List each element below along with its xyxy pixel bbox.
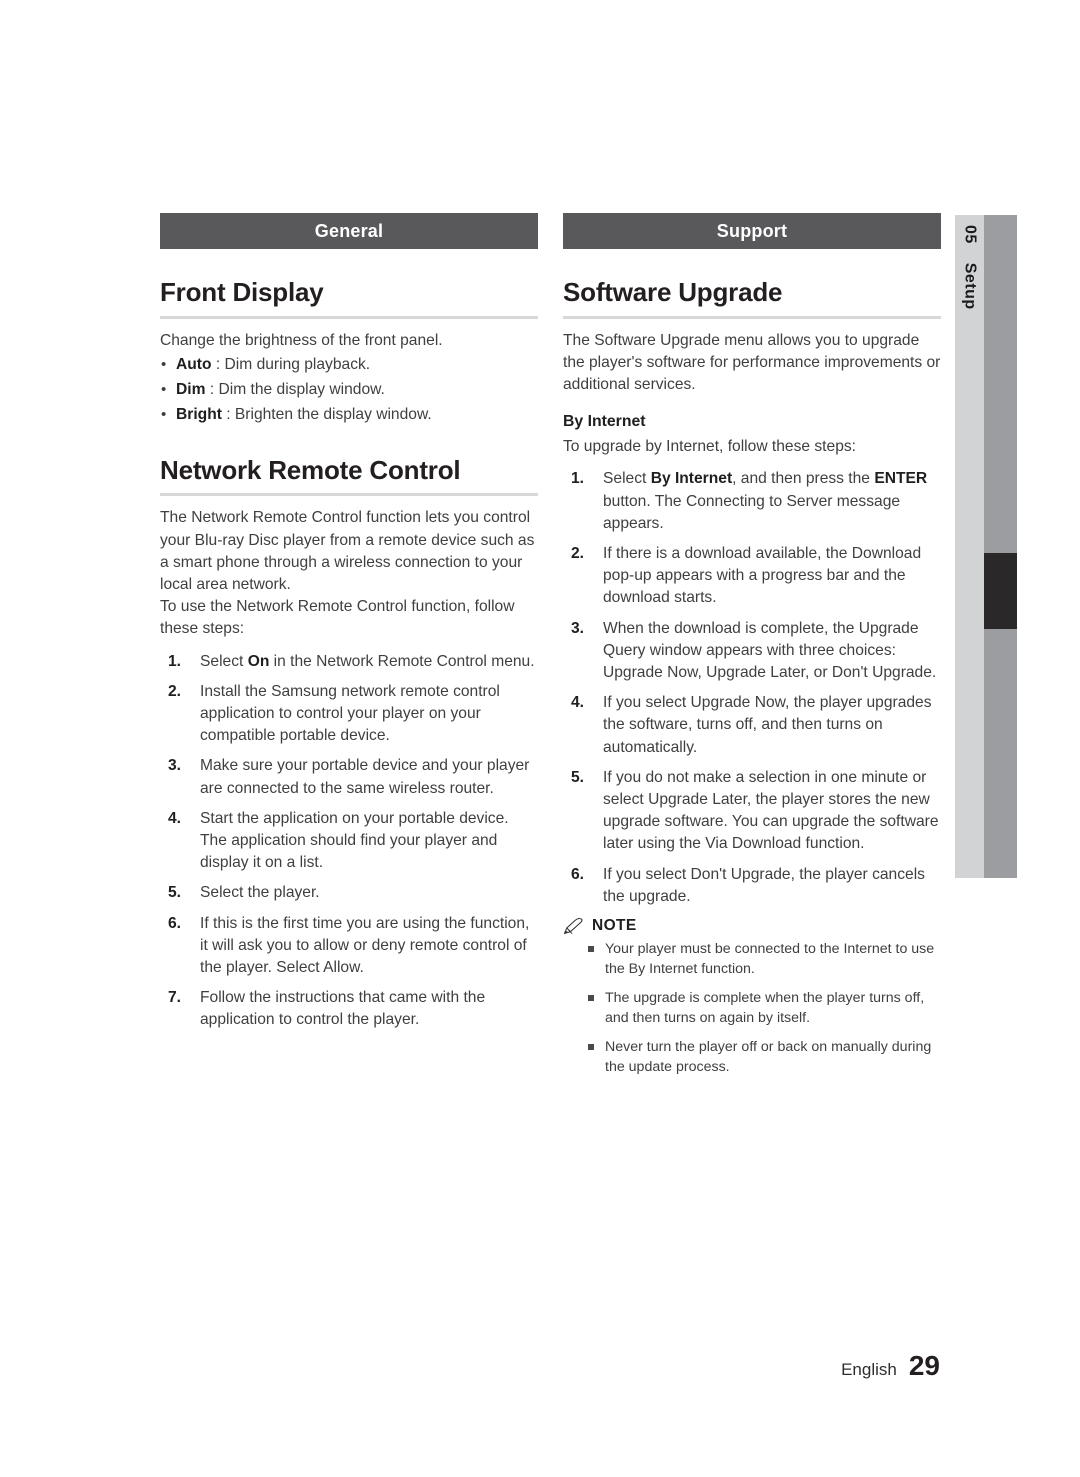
step-text-pre: Select bbox=[603, 470, 651, 488]
chapter-side-tab: 05 Setup bbox=[955, 215, 1017, 878]
step-text-pre: Make sure your portable device and your … bbox=[200, 757, 530, 797]
step-text-pre: If you do not make a selection in one mi… bbox=[603, 768, 939, 853]
step-text-pre: Select the player. bbox=[200, 884, 320, 902]
step-number: 3. bbox=[168, 757, 182, 775]
note-header: NOTE bbox=[563, 917, 941, 935]
front-display-intro: Change the brightness of the front panel… bbox=[160, 331, 443, 349]
chapter-tab-text: 05 Setup bbox=[961, 225, 979, 310]
option-sep: : bbox=[211, 355, 225, 373]
list-item: Your player must be connected to the Int… bbox=[588, 939, 941, 979]
heading-rule bbox=[563, 315, 941, 319]
list-item: 1. Select By Internet, and then press the… bbox=[563, 468, 941, 535]
note-label: NOTE bbox=[592, 917, 637, 935]
option-desc: Dim the display window. bbox=[218, 380, 385, 398]
step-text-pre: When the download is complete, the Upgra… bbox=[603, 619, 937, 682]
step-number: 3. bbox=[571, 619, 585, 637]
chapter-name: Setup bbox=[961, 262, 979, 310]
list-item: Auto : Dim during playback. bbox=[160, 352, 538, 377]
heading-front-display: Front Display bbox=[160, 277, 324, 307]
list-item: 4. Start the application on your portable… bbox=[160, 808, 538, 875]
list-item: 5. Select the player. bbox=[160, 882, 538, 904]
note-items: Your player must be connected to the Int… bbox=[563, 939, 941, 1077]
list-item: 3. Make sure your portable device and you… bbox=[160, 755, 538, 799]
step-text-mid: , and then press the bbox=[732, 470, 875, 488]
step-text-post: in the Network Remote Control menu. bbox=[269, 652, 535, 670]
step-number: 2. bbox=[571, 545, 585, 563]
step-number: 4. bbox=[168, 809, 182, 827]
list-item: 4. If you select Upgrade Now, the player … bbox=[563, 692, 941, 759]
option-term: Auto bbox=[176, 355, 212, 373]
step-number: 4. bbox=[571, 694, 585, 712]
list-item: 6. If this is the first time you are usin… bbox=[160, 913, 538, 980]
list-item: 7. Follow the instructions that came with… bbox=[160, 987, 538, 1031]
chapter-tab-label-strip: 05 Setup bbox=[955, 215, 984, 878]
step-text-pre: Select bbox=[200, 652, 248, 670]
section-banner-general: General bbox=[160, 213, 538, 249]
footer-page-number: 29 bbox=[908, 1350, 940, 1381]
step-text-pre: If you select Upgrade Now, the player up… bbox=[603, 694, 932, 756]
by-internet-intro: To upgrade by Internet, follow these ste… bbox=[563, 438, 856, 456]
step-number: 1. bbox=[168, 652, 182, 670]
option-sep: : bbox=[205, 380, 219, 398]
option-term: Bright bbox=[176, 405, 222, 423]
left-column: General Front Display Change the brightn… bbox=[160, 213, 538, 1040]
step-number: 5. bbox=[168, 884, 182, 902]
heading-network-remote-control: Network Remote Control bbox=[160, 454, 461, 485]
step-text-pre: If this is the first time you are using … bbox=[200, 914, 530, 977]
heading-rule bbox=[160, 315, 538, 319]
software-upgrade-intro: The Software Upgrade menu allows you to … bbox=[563, 331, 941, 393]
option-desc: Dim during playback. bbox=[224, 355, 371, 373]
list-item: 2. Install the Samsung network remote con… bbox=[160, 681, 538, 748]
list-item: Dim : Dim the display window. bbox=[160, 377, 538, 402]
option-sep: : bbox=[221, 405, 235, 423]
pencil-icon bbox=[563, 917, 585, 935]
heading-software-upgrade: Software Upgrade bbox=[563, 277, 783, 307]
list-item: Bright : Brighten the display window. bbox=[160, 402, 538, 427]
list-item: 3. When the download is complete, the Upg… bbox=[563, 618, 941, 685]
list-item: 5. If you do not make a selection in one … bbox=[563, 767, 941, 856]
list-item: The upgrade is complete when the player … bbox=[588, 988, 941, 1028]
list-item: 1. Select On in the Network Remote Contro… bbox=[160, 651, 538, 673]
step-text-bold2: ENTER bbox=[874, 470, 928, 488]
chapter-number: 05 bbox=[961, 225, 979, 244]
step-text-pre: Start the application on your portable d… bbox=[200, 809, 509, 872]
section-banner-support: Support bbox=[563, 213, 941, 249]
step-number: 2. bbox=[168, 682, 182, 700]
heading-rule bbox=[160, 493, 538, 497]
step-number: 1. bbox=[571, 470, 585, 488]
option-desc: Brighten the display window. bbox=[234, 405, 432, 423]
nrc-paragraph-2: To use the Network Remote Control functi… bbox=[160, 598, 515, 638]
nrc-steps: 1. Select On in the Network Remote Contro… bbox=[160, 651, 538, 1032]
step-text-bold: On bbox=[247, 652, 270, 670]
front-display-options: Auto : Dim during playback. Dim : Dim th… bbox=[160, 352, 538, 427]
right-column: Support Software Upgrade The Software Up… bbox=[563, 213, 941, 1086]
chapter-tab-bar bbox=[984, 215, 1017, 878]
subheading-by-internet: By Internet bbox=[563, 413, 646, 431]
step-number: 6. bbox=[571, 865, 585, 883]
step-number: 5. bbox=[571, 768, 585, 786]
footer-language: English bbox=[841, 1360, 897, 1379]
step-text-post: button. The Connecting to Server message… bbox=[603, 492, 901, 532]
list-item: 2. If there is a download available, the … bbox=[563, 543, 941, 610]
by-internet-steps: 1. Select By Internet, and then press the… bbox=[563, 468, 941, 908]
nrc-paragraph-1: The Network Remote Control function lets… bbox=[160, 509, 535, 593]
step-text-bold: By Internet bbox=[650, 470, 733, 488]
page-footer: English 29 bbox=[841, 1350, 940, 1382]
option-term: Dim bbox=[176, 380, 206, 398]
step-text-pre: Install the Samsung network remote contr… bbox=[200, 682, 500, 745]
step-text-pre: Follow the instructions that came with t… bbox=[200, 989, 486, 1029]
manual-page: 05 Setup General Front Display Change th… bbox=[0, 0, 1080, 1477]
list-item: Never turn the player off or back on man… bbox=[588, 1037, 941, 1077]
step-number: 7. bbox=[168, 989, 182, 1007]
step-text-pre: If you select Don't Upgrade, the player … bbox=[603, 865, 925, 905]
step-number: 6. bbox=[168, 914, 182, 932]
chapter-tab-marker bbox=[984, 553, 1017, 629]
list-item: 6. If you select Don't Upgrade, the playe… bbox=[563, 864, 941, 908]
step-text-pre: If there is a download available, the Do… bbox=[603, 545, 922, 607]
